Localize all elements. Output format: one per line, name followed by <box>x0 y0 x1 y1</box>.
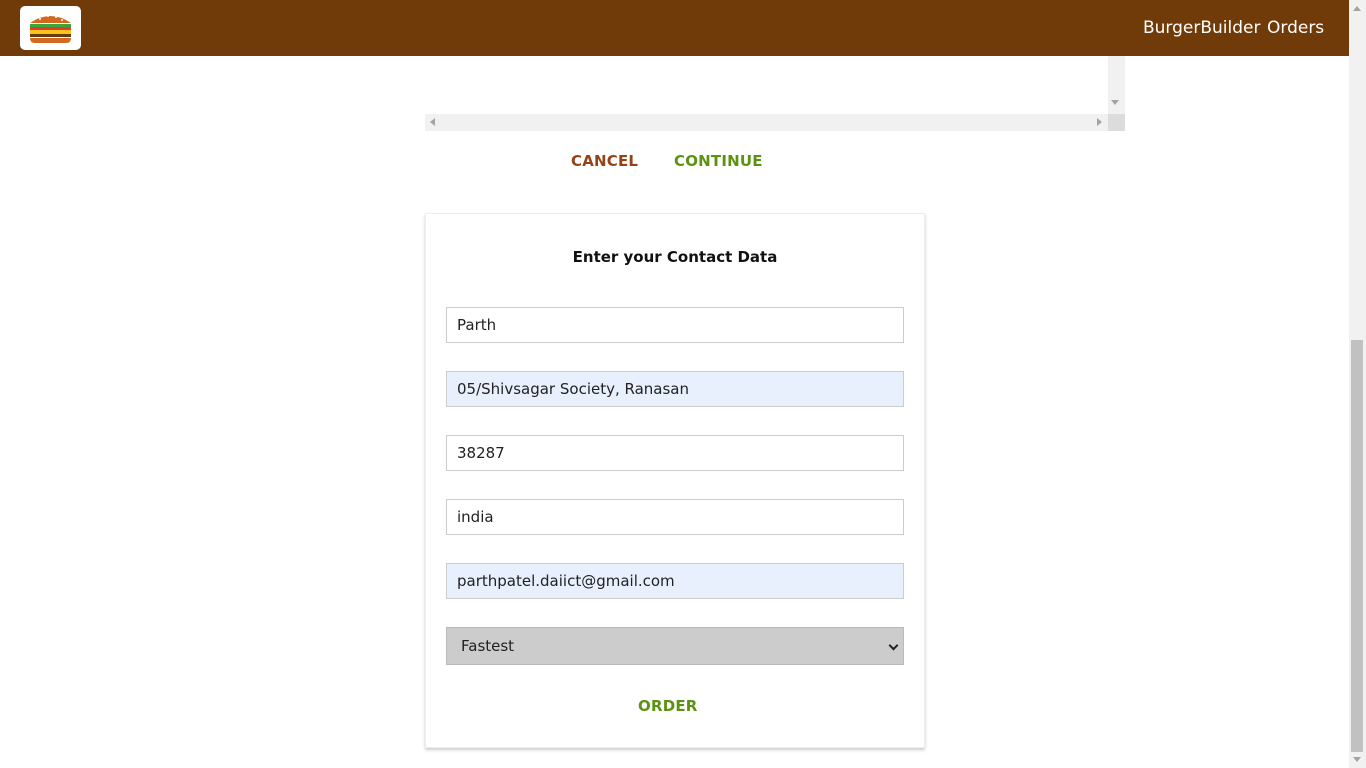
cancel-button[interactable]: CANCEL <box>571 152 638 170</box>
vertical-scrollbar[interactable] <box>1108 56 1125 114</box>
contact-data-card: Enter your Contact Data Parth 05/Shivsag… <box>425 213 925 748</box>
nav-link-orders[interactable]: Orders <box>1267 0 1324 56</box>
order-button[interactable]: ORDER <box>638 697 698 715</box>
zip-code-field[interactable]: 38287 <box>446 435 904 471</box>
scroll-left-arrow-icon[interactable] <box>430 118 435 126</box>
country-field[interactable]: india <box>446 499 904 535</box>
burger-logo[interactable] <box>20 6 81 50</box>
page-scrollbar[interactable] <box>1349 0 1366 768</box>
toolbar: BurgerBuilder Orders <box>0 0 1349 56</box>
street-field[interactable]: 05/Shivsagar Society, Ranasan <box>446 371 904 407</box>
scroll-right-arrow-icon[interactable] <box>1097 118 1102 126</box>
name-field[interactable]: Parth <box>446 307 904 343</box>
scroll-down-arrow-icon[interactable] <box>1111 100 1119 105</box>
continue-button[interactable]: CONTINUE <box>674 152 763 170</box>
page-scrollbar-thumb[interactable] <box>1351 340 1363 752</box>
contact-form-title: Enter your Contact Data <box>572 248 778 266</box>
burger-preview-scroll-area[interactable] <box>425 56 1125 131</box>
chevron-down-icon <box>888 640 899 651</box>
horizontal-scrollbar[interactable] <box>425 114 1108 131</box>
email-field[interactable]: parthpatel.daiict@gmail.com <box>446 563 904 599</box>
nav-link-burger-builder[interactable]: BurgerBuilder <box>1143 0 1261 56</box>
burger-logo-icon <box>30 15 71 43</box>
scrollbar-corner <box>1108 114 1125 131</box>
delivery-method-value: Fastest <box>461 637 515 655</box>
delivery-method-select[interactable]: Fastest <box>446 627 904 665</box>
scroll-down-arrow-icon[interactable] <box>1353 757 1361 762</box>
scroll-up-arrow-icon[interactable] <box>1353 6 1361 11</box>
